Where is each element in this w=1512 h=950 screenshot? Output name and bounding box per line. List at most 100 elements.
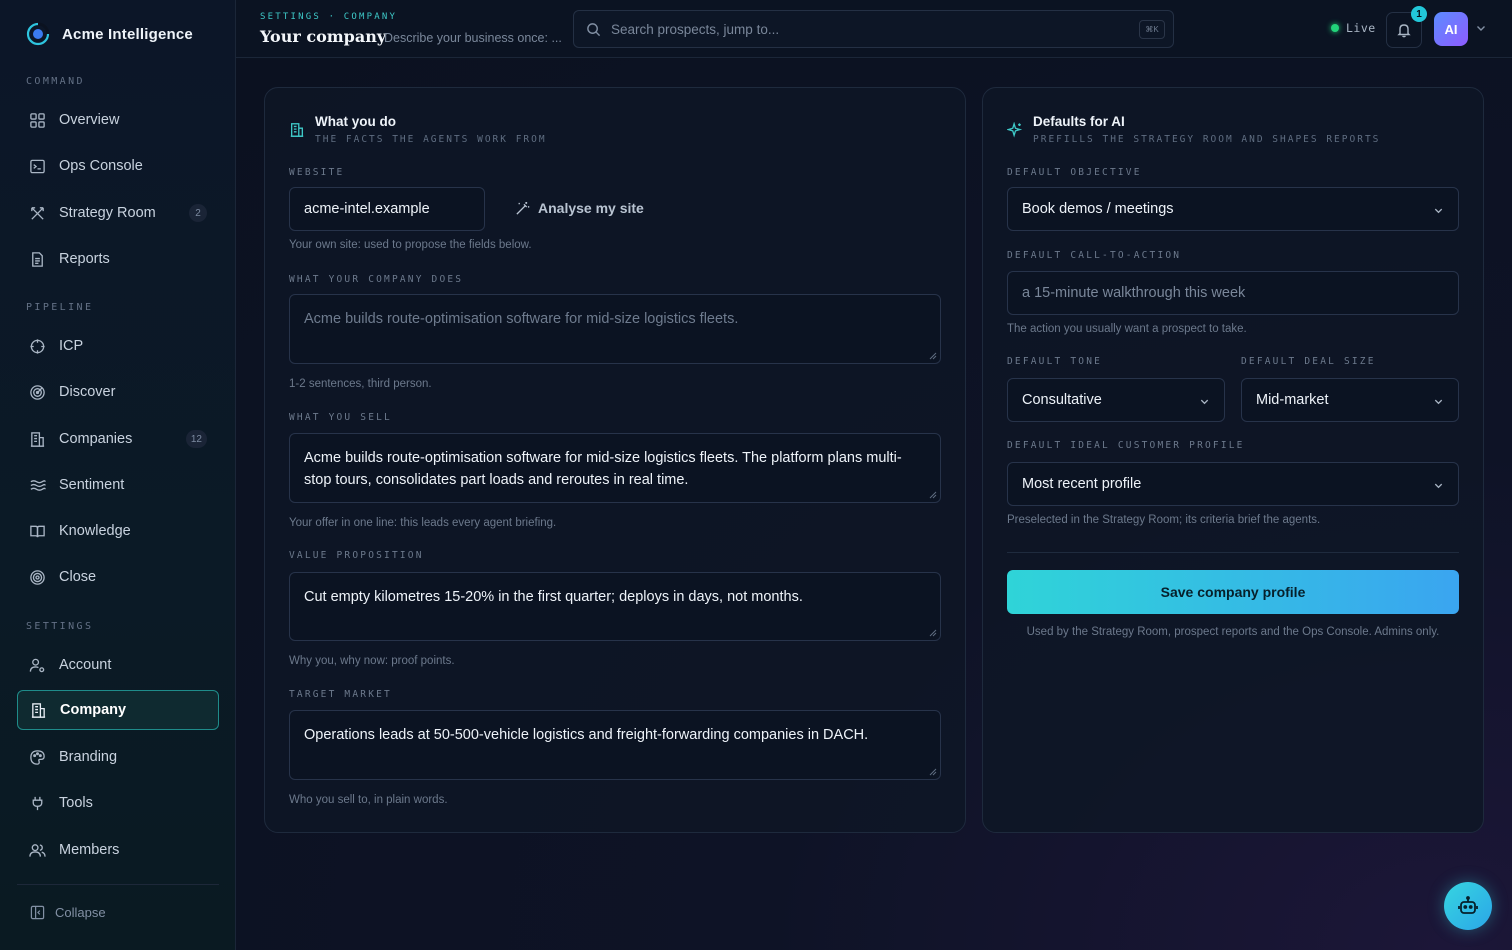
target-market-value: Operations leads at 50-500-vehicle logis… — [304, 727, 869, 743]
brand-logo-icon — [26, 22, 50, 46]
palette-icon — [30, 749, 45, 765]
what-you-sell-label: WHAT YOU SELL — [289, 412, 392, 423]
company-does-label: WHAT YOUR COMPANY DOES — [289, 274, 464, 285]
sidebar-item-label: Company — [60, 702, 127, 718]
chevron-down-icon — [1434, 483, 1443, 489]
sidebar-item-discover[interactable]: Discover — [17, 372, 219, 412]
sidebar-item-label: Knowledge — [59, 523, 131, 539]
sparkle-icon — [1007, 122, 1023, 138]
save-company-profile-button[interactable]: Save company profile — [1007, 570, 1459, 614]
collapse-button[interactable]: Collapse — [30, 905, 106, 920]
sidebar-item-label: Ops Console — [59, 158, 143, 174]
resize-handle-icon[interactable] — [929, 352, 937, 360]
sidebar-item-branding[interactable]: Branding — [17, 737, 219, 777]
icp-help: Preselected in the Strategy Room; its cr… — [1007, 514, 1321, 526]
search-icon — [587, 22, 601, 36]
chevron-down-icon — [1200, 399, 1209, 405]
building-icon — [30, 431, 45, 447]
tone-label: DEFAULT TONE — [1007, 356, 1103, 367]
card-header: Defaults for AI PREFILLS THE STRATEGY RO… — [1007, 114, 1380, 145]
radar-icon — [30, 384, 45, 400]
top-header: SETTINGS · COMPANY Your company Describe… — [236, 0, 1512, 58]
sidebar-item-members[interactable]: Members — [17, 830, 219, 870]
assistant-bot-button[interactable] — [1444, 882, 1492, 930]
sidebar-item-company[interactable]: Company — [17, 690, 219, 730]
live-label: Live — [1346, 21, 1376, 35]
icp-select[interactable]: Most recent profile — [1007, 462, 1459, 506]
website-label: WEBSITE — [289, 167, 345, 178]
what-you-sell-value: Acme builds route-optimisation software … — [304, 450, 902, 488]
notifications-button[interactable]: 1 — [1386, 6, 1427, 48]
tone-select[interactable]: Consultative — [1007, 378, 1225, 422]
sidebar-collapse-icon — [30, 905, 45, 920]
deal-size-select[interactable]: Mid-market — [1241, 378, 1459, 422]
resize-handle-icon[interactable] — [929, 629, 937, 637]
sidebar-item-tools[interactable]: Tools — [17, 783, 219, 823]
sidebar-item-account[interactable]: Account — [17, 645, 219, 685]
sidebar-item-label: ICP — [59, 338, 84, 354]
cta-label: DEFAULT CALL-TO-ACTION — [1007, 250, 1182, 261]
page-title: Your company — [260, 27, 387, 46]
section-label-settings: SETTINGS — [26, 621, 94, 632]
target-market-textarea[interactable]: Operations leads at 50-500-vehicle logis… — [289, 710, 941, 780]
card-subtitle: THE FACTS THE AGENTS WORK FROM — [315, 134, 547, 145]
sidebar-item-label: Members — [59, 842, 120, 858]
company-does-help: 1-2 sentences, third person. — [289, 378, 432, 390]
live-status: Live — [1331, 21, 1376, 35]
crosshair-icon — [30, 338, 45, 354]
breadcrumb: SETTINGS · COMPANY — [260, 12, 398, 22]
cta-input[interactable]: a 15-minute walkthrough this week — [1007, 271, 1459, 315]
search-input[interactable] — [611, 21, 1111, 37]
main-content: What you do THE FACTS THE AGENTS WORK FR… — [236, 59, 1512, 950]
sidebar-item-label: Reports — [59, 251, 110, 267]
brand-name: Acme Intelligence — [62, 25, 193, 43]
sidebar-item-strategy-room[interactable]: Strategy Room 2 — [17, 193, 219, 233]
value-prop-value: Cut empty kilometres 15-20% in the first… — [304, 589, 803, 605]
cta-help: The action you usually want a prospect t… — [1007, 323, 1247, 335]
search-bar[interactable]: ⌘K — [573, 10, 1174, 48]
sidebar-item-knowledge[interactable]: Knowledge — [17, 511, 219, 551]
website-input[interactable]: acme-intel.example — [289, 187, 485, 231]
objective-value: Book demos / meetings — [1022, 201, 1174, 217]
sidebar-item-close[interactable]: Close — [17, 557, 219, 597]
chevron-down-icon[interactable] — [1475, 22, 1487, 34]
bell-icon — [1397, 24, 1411, 38]
resize-handle-icon[interactable] — [929, 491, 937, 499]
chevron-down-icon — [1434, 399, 1443, 405]
sidebar-item-reports[interactable]: Reports — [17, 239, 219, 279]
card-title: What you do — [315, 114, 396, 129]
section-label-command: COMMAND — [26, 76, 85, 87]
icp-value: Most recent profile — [1022, 476, 1142, 492]
grid-icon — [30, 112, 45, 128]
target-market-help: Who you sell to, in plain words. — [289, 794, 448, 806]
strategy-room-badge: 2 — [189, 204, 207, 222]
sidebar-item-label: Companies — [59, 431, 133, 447]
avatar[interactable]: AI — [1434, 12, 1468, 46]
collapse-label: Collapse — [55, 905, 106, 920]
sidebar-divider — [17, 884, 219, 885]
value-prop-help: Why you, why now: proof points. — [289, 655, 455, 667]
waves-icon — [30, 479, 46, 491]
resize-handle-icon[interactable] — [929, 768, 937, 776]
what-you-do-card: What you do THE FACTS THE AGENTS WORK FR… — [264, 87, 966, 833]
section-label-pipeline: PIPELINE — [26, 302, 94, 313]
what-you-sell-textarea[interactable]: Acme builds route-optimisation software … — [289, 433, 941, 503]
sidebar-item-overview[interactable]: Overview — [17, 100, 219, 140]
brand[interactable]: Acme Intelligence — [26, 22, 193, 46]
objective-select[interactable]: Book demos / meetings — [1007, 187, 1459, 231]
sidebar-item-label: Discover — [59, 384, 116, 400]
sidebar-item-icp[interactable]: ICP — [17, 326, 219, 366]
website-help: Your own site: used to propose the field… — [289, 239, 532, 251]
icp-label: DEFAULT IDEAL CUSTOMER PROFILE — [1007, 440, 1245, 451]
sidebar-item-companies[interactable]: Companies 12 — [17, 419, 219, 459]
card-header: What you do THE FACTS THE AGENTS WORK FR… — [289, 114, 547, 145]
search-shortcut: ⌘K — [1139, 20, 1165, 39]
defaults-ai-card: Defaults for AI PREFILLS THE STRATEGY RO… — [982, 87, 1484, 833]
sidebar-item-ops-console[interactable]: Ops Console — [17, 146, 219, 186]
analyse-site-button[interactable]: Analyse my site — [515, 200, 644, 216]
section-divider — [1007, 552, 1459, 553]
value-prop-textarea[interactable]: Cut empty kilometres 15-20% in the first… — [289, 572, 941, 641]
sidebar-item-sentiment[interactable]: Sentiment — [17, 465, 219, 505]
book-icon — [30, 525, 45, 537]
company-does-textarea[interactable]: Acme builds route-optimisation software … — [289, 294, 941, 364]
